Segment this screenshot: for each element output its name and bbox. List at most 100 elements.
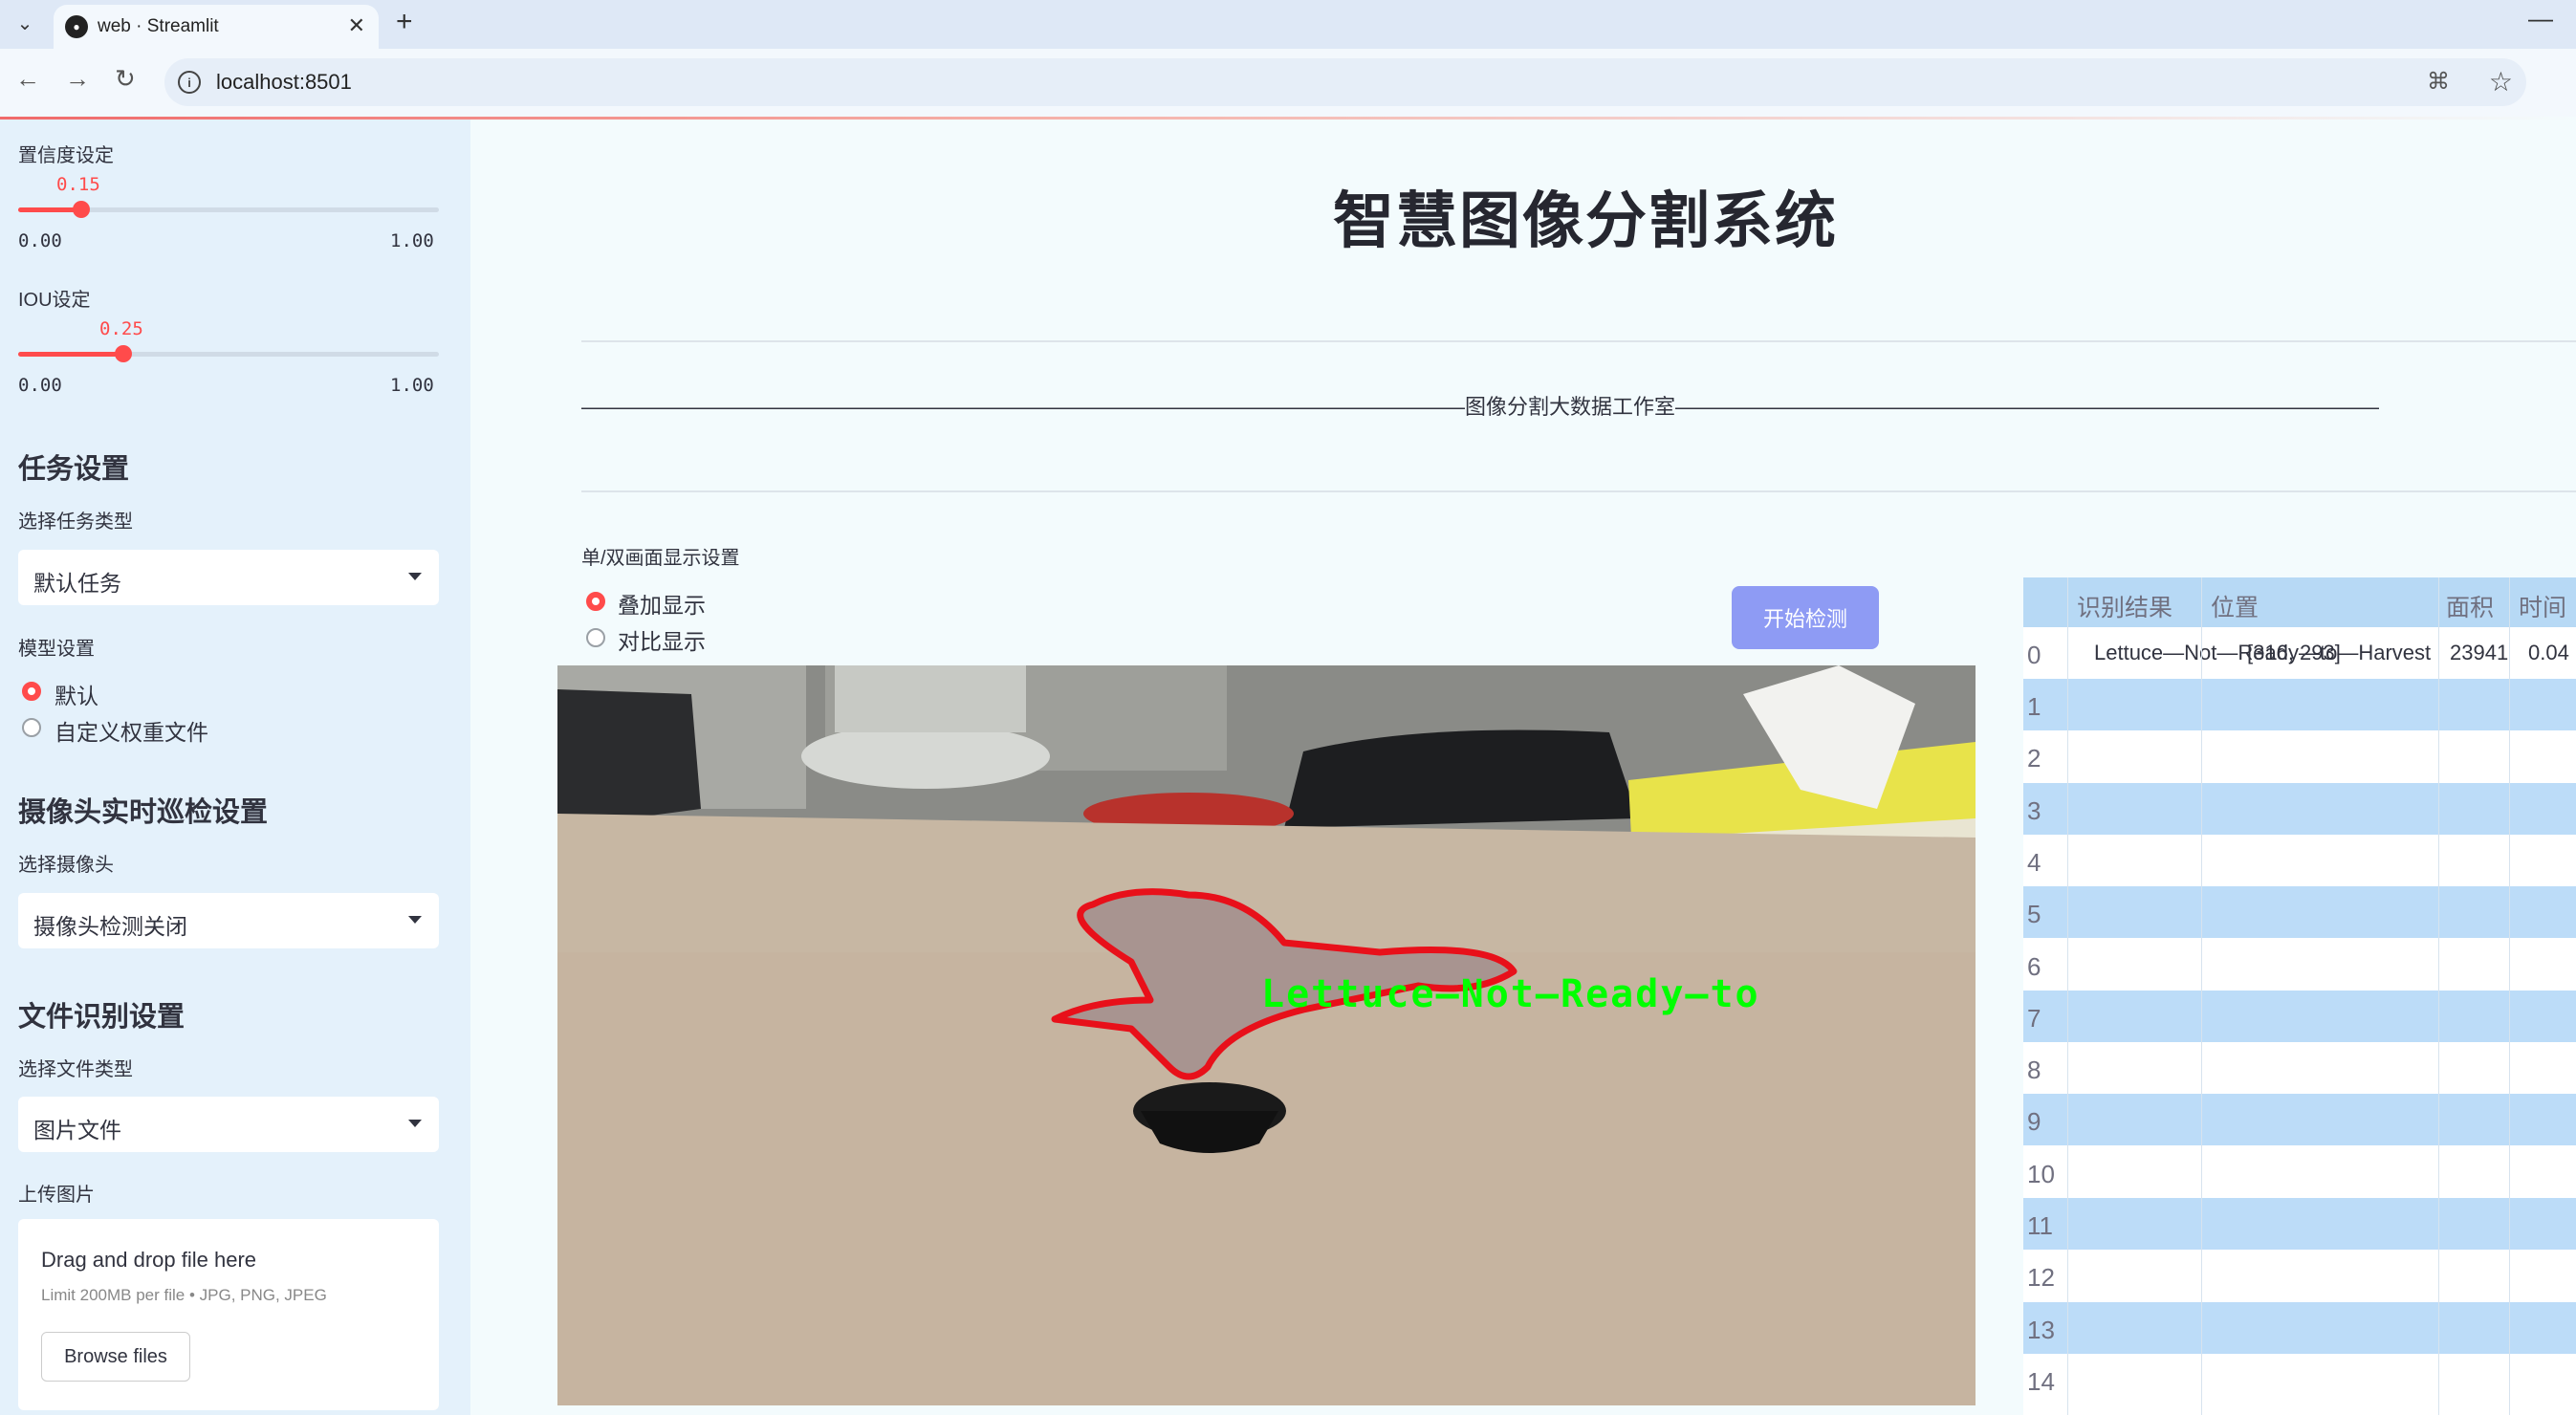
confidence-slider[interactable]: [18, 201, 439, 218]
camera-label: 选择摄像头: [18, 855, 114, 876]
iou-slider[interactable]: [18, 345, 439, 362]
browser-tab[interactable]: ● web · Streamlit ✕: [54, 5, 379, 49]
task-type-value: 默认任务: [33, 571, 121, 596]
iou-slider-thumb[interactable]: [115, 345, 132, 362]
cell-time: 0.04: [2528, 641, 2569, 664]
header-position: 位置: [2211, 595, 2259, 621]
overlay-display-label: 叠加显示: [618, 593, 706, 618]
confidence-value: 0.15: [56, 174, 100, 195]
column-divider: [2509, 577, 2510, 1415]
camera-value: 摄像头检测关闭: [33, 914, 187, 939]
iou-value: 0.25: [99, 318, 143, 339]
confidence-max: 1.00: [390, 230, 434, 251]
column-divider: [2201, 577, 2202, 1415]
table-row[interactable]: 12: [2023, 1250, 2576, 1302]
address-bar: ← → ↻ i localhost:8501 ⌘ ☆: [0, 49, 2576, 119]
table-row[interactable]: 14: [2023, 1353, 2576, 1405]
studio-divider-text: ————————————————————————————————————————…: [581, 395, 2379, 419]
dropzone-text: Drag and drop file here: [41, 1248, 257, 1272]
model-default-radio[interactable]: [22, 682, 41, 701]
column-divider: [2067, 577, 2068, 1415]
camera-section-heading: 摄像头实时巡检设置: [18, 797, 269, 828]
browse-files-button[interactable]: Browse files: [41, 1332, 190, 1382]
table-row[interactable]: 5: [2023, 886, 2576, 939]
reload-icon[interactable]: ↻: [115, 64, 136, 94]
row-index: 13: [2027, 1315, 2055, 1344]
sidebar: 置信度设定 0.15 0.00 1.00 IOU设定 0.25 0.00 1.0…: [0, 120, 470, 1415]
row-index: 14: [2027, 1366, 2055, 1396]
table-row[interactable]: 1: [2023, 679, 2576, 730]
scene-illustration: [557, 665, 1976, 1405]
file-type-value: 图片文件: [33, 1118, 121, 1143]
row-index: 11: [2027, 1211, 2053, 1240]
compare-display-radio[interactable]: [586, 628, 605, 647]
detection-label: Lettuce—Not—Ready—to: [1261, 972, 1760, 1016]
row-index: 2: [2027, 744, 2041, 773]
iou-max: 1.00: [390, 375, 434, 396]
row-index: 4: [2027, 847, 2041, 877]
url-text: localhost:8501: [216, 70, 352, 94]
confidence-slider-thumb[interactable]: [73, 201, 90, 218]
start-detection-button[interactable]: 开始检测: [1732, 586, 1879, 649]
chevron-down-icon: [408, 1120, 422, 1127]
tab-search-chevron-icon[interactable]: ⌄: [11, 10, 38, 36]
task-type-select[interactable]: 默认任务: [18, 550, 439, 605]
model-custom-radio[interactable]: [22, 718, 41, 737]
model-label: 模型设置: [18, 639, 95, 660]
confidence-label: 置信度设定: [18, 145, 114, 166]
column-divider: [2438, 577, 2439, 1415]
upload-label: 上传图片: [18, 1185, 95, 1206]
display-mode-label: 单/双画面显示设置: [581, 548, 740, 569]
tab-title: web · Streamlit: [98, 16, 219, 36]
bookmark-star-icon[interactable]: ☆: [2489, 66, 2513, 98]
table-row[interactable]: 11: [2023, 1198, 2576, 1250]
tab-close-icon[interactable]: ✕: [348, 13, 365, 38]
overlay-display-radio[interactable]: [586, 592, 605, 611]
table-row[interactable]: 13: [2023, 1301, 2576, 1354]
table-row[interactable]: 6: [2023, 938, 2576, 990]
translate-icon[interactable]: ⌘: [2427, 68, 2450, 96]
file-type-select[interactable]: 图片文件: [18, 1097, 439, 1152]
results-table[interactable]: 识别结果 位置 面积 时间 0 Lettuce—Not—Ready—to—Har…: [2023, 577, 2576, 1415]
row-index: 12: [2027, 1263, 2055, 1293]
file-type-label: 选择文件类型: [18, 1059, 133, 1080]
divider-line: [581, 340, 2576, 342]
row-index: 10: [2027, 1159, 2055, 1188]
compare-display-label: 对比显示: [618, 629, 706, 654]
table-row[interactable]: 8: [2023, 1042, 2576, 1095]
table-row[interactable]: 10: [2023, 1145, 2576, 1198]
streamlit-favicon-icon: ●: [65, 15, 88, 38]
camera-select[interactable]: 摄像头检测关闭: [18, 893, 439, 948]
browser-tab-bar: ⌄ ● web · Streamlit ✕ + —: [0, 0, 2576, 49]
page-title: 智慧图像分割系统: [1333, 186, 1838, 255]
table-row[interactable]: 3: [2023, 782, 2576, 835]
dropzone-limit-text: Limit 200MB per file • JPG, PNG, JPEG: [41, 1286, 327, 1304]
divider-line: [581, 490, 2576, 492]
iou-slider-fill: [18, 352, 123, 357]
forward-arrow-icon[interactable]: →: [65, 64, 90, 94]
row-index: 5: [2027, 900, 2041, 929]
table-row[interactable]: 0 Lettuce—Not—Ready—to—Harvest [316, 293…: [2023, 627, 2576, 679]
header-time: 时间: [2519, 595, 2567, 621]
table-row[interactable]: 7: [2023, 990, 2576, 1042]
back-arrow-icon[interactable]: ←: [15, 64, 40, 94]
chevron-down-icon: [408, 916, 422, 924]
omnibox[interactable]: i localhost:8501 ⌘ ☆: [164, 58, 2526, 106]
row-index: 3: [2027, 795, 2041, 825]
table-row[interactable]: 4: [2023, 834, 2576, 886]
window-minimize-icon[interactable]: —: [2528, 4, 2553, 33]
cell-area: 23941: [2450, 641, 2509, 664]
site-info-icon[interactable]: i: [178, 71, 201, 94]
iou-label: IOU设定: [18, 290, 91, 311]
task-section-heading: 任务设置: [18, 454, 130, 485]
table-header: 识别结果 位置 面积 时间: [2023, 577, 2576, 627]
detection-result-image: Lettuce—Not—Ready—to: [557, 665, 1976, 1405]
table-row[interactable]: 2: [2023, 730, 2576, 783]
table-row[interactable]: 9: [2023, 1094, 2576, 1146]
model-default-label: 默认: [55, 684, 98, 708]
confidence-min: 0.00: [18, 230, 62, 251]
new-tab-plus-icon[interactable]: +: [396, 6, 413, 38]
file-dropzone[interactable]: Drag and drop file here Limit 200MB per …: [18, 1219, 439, 1410]
model-custom-label: 自定义权重文件: [55, 720, 208, 745]
header-area: 面积: [2446, 595, 2495, 621]
